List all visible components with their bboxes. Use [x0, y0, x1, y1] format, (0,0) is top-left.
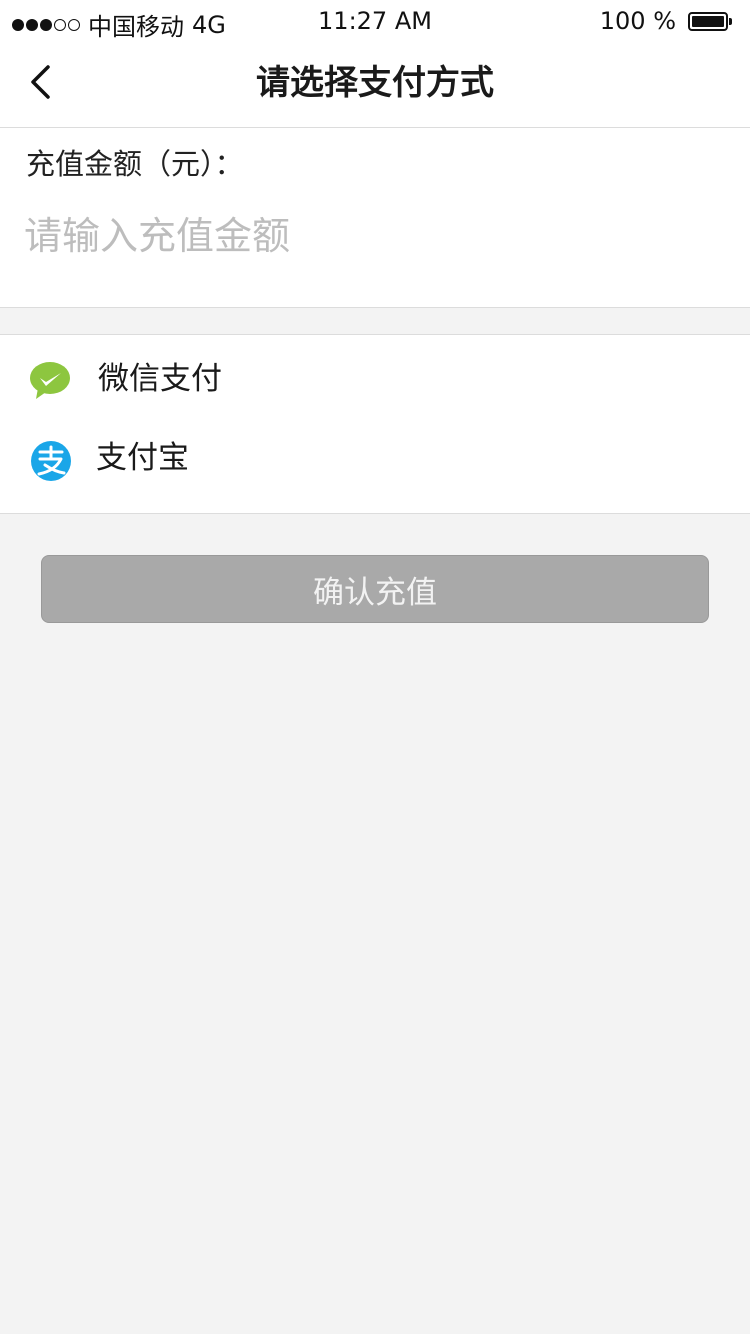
chevron-left-icon	[31, 65, 50, 99]
signal-strength-icon	[12, 18, 80, 31]
section-divider	[0, 307, 750, 308]
payment-option-wechat[interactable]: 微信支付	[0, 335, 750, 424]
back-button[interactable]	[20, 62, 60, 102]
network-type: 4G	[192, 10, 226, 39]
wechat-icon	[30, 362, 70, 399]
page-title: 请选择支付方式	[256, 63, 494, 103]
carrier-name: 中国移动	[88, 13, 184, 41]
status-right: 100 %	[599, 7, 732, 35]
alipay-icon	[31, 441, 71, 481]
battery-icon	[688, 11, 732, 31]
amount-input[interactable]	[24, 206, 714, 266]
status-left: 中国移动 4G	[12, 7, 226, 42]
status-bar: 中国移动 4G 11:27 AM 100 %	[0, 0, 750, 44]
payment-method-list: 微信支付 支付宝	[0, 334, 750, 514]
battery-percent: 100 %	[599, 7, 676, 35]
payment-option-alipay[interactable]: 支付宝	[0, 424, 750, 513]
confirm-recharge-button[interactable]: 确认充值	[41, 555, 709, 623]
amount-label: 充值金额（元）：	[26, 147, 244, 181]
payment-option-label: 支付宝	[96, 440, 189, 476]
payment-option-label: 微信支付	[98, 361, 222, 397]
navigation-bar: 请选择支付方式	[0, 44, 750, 128]
